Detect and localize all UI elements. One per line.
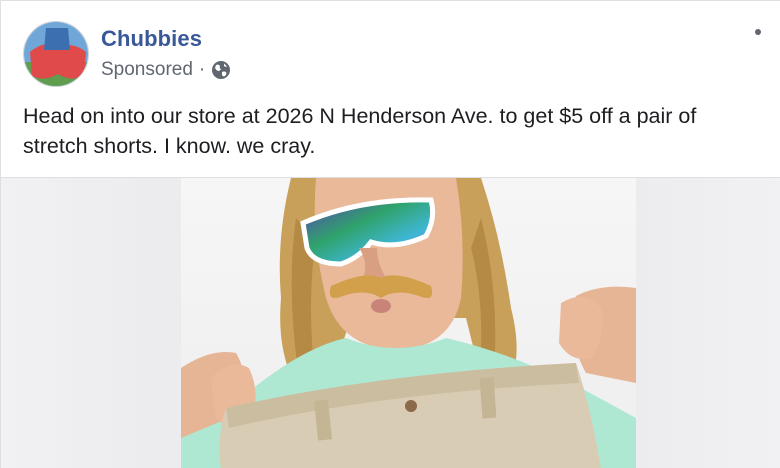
- post-caption: Head on into our store at 2026 N Henders…: [23, 104, 697, 158]
- meta-separator: ·: [198, 59, 206, 80]
- post-media[interactable]: [1, 178, 780, 468]
- sponsored-label[interactable]: Sponsored: [101, 59, 193, 81]
- page-name-link[interactable]: Chubbies: [101, 26, 202, 52]
- globe-icon: [211, 60, 231, 80]
- post-meta: Sponsored ·: [101, 59, 231, 81]
- ad-photo: [181, 178, 636, 468]
- page-avatar[interactable]: [23, 21, 89, 87]
- post-header: Chubbies Sponsored ·: [23, 21, 763, 87]
- more-options-icon[interactable]: [755, 29, 761, 35]
- sponsored-post: Chubbies Sponsored · Head on into our st…: [0, 0, 780, 468]
